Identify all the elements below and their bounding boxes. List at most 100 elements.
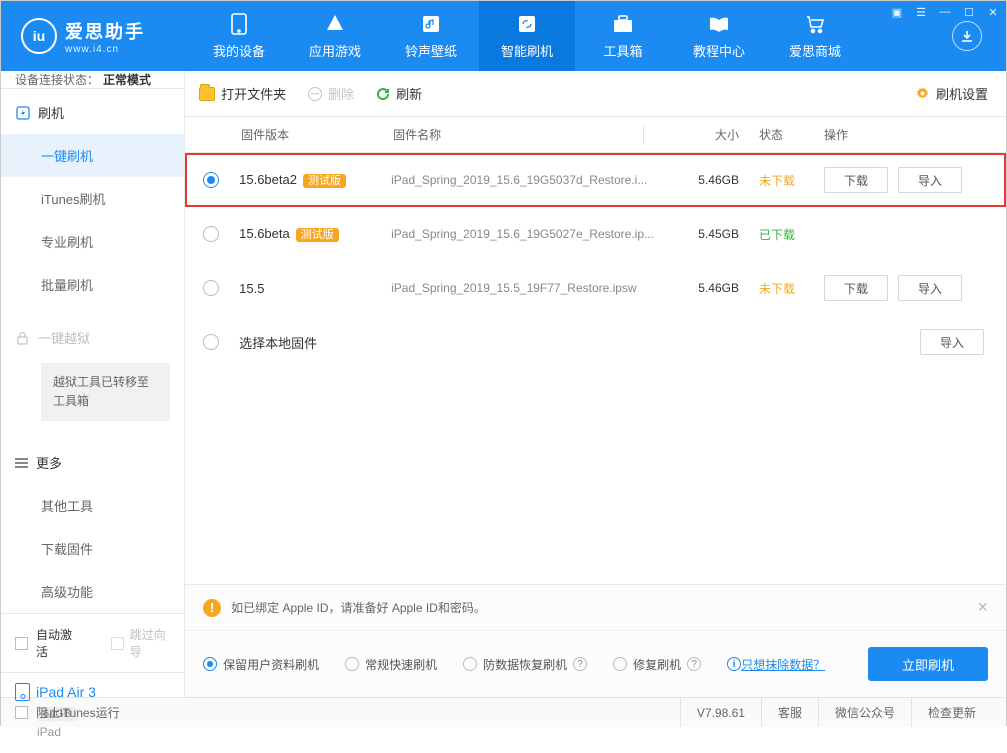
radio-select[interactable] [203, 172, 219, 188]
window-minimize-icon[interactable]: — [938, 5, 952, 19]
block-itunes-option[interactable]: 阻止iTunes运行 [15, 704, 120, 721]
radio-select[interactable] [203, 280, 219, 296]
radio-select[interactable] [203, 226, 219, 242]
nav-label: 爱思商城 [789, 41, 841, 60]
toolbar-open-folder[interactable]: 打开文件夹 [199, 84, 286, 103]
erase-data-link[interactable]: 只想抹除数据？ [741, 656, 825, 673]
toolbar: 打开文件夹 删除 刷新 刷机设置 [185, 71, 1006, 117]
ops-cell: 下载导入 [824, 275, 984, 301]
sidebar-item-itunes-flash[interactable]: iTunes刷机 [1, 177, 184, 220]
mode-repair[interactable]: 修复刷机 ? [613, 656, 701, 673]
nav-ringtones[interactable]: 铃声壁纸 [383, 1, 479, 71]
window-apps-icon[interactable]: ▣ [890, 5, 904, 19]
nav-toolbox[interactable]: 工具箱 [575, 1, 671, 71]
check-update-link[interactable]: 检查更新 [911, 698, 992, 727]
erase-link-group: i 只想抹除数据？ [727, 656, 825, 673]
sidebar-item-other-tools[interactable]: 其他工具 [1, 484, 184, 527]
download-manager-icon[interactable] [952, 21, 982, 51]
nav-store[interactable]: 爱思商城 [767, 1, 863, 71]
nav-label: 工具箱 [603, 41, 642, 60]
status-cell: 已下载 [739, 226, 824, 243]
nav-flash[interactable]: 智能刷机 [479, 1, 575, 71]
import-button[interactable]: 导入 [898, 275, 962, 301]
sidebar-item-download-firmware[interactable]: 下载固件 [1, 527, 184, 570]
warning-icon: ! [203, 599, 221, 617]
flash-now-button[interactable]: 立即刷机 [868, 647, 988, 681]
sidebar-item-batch-flash[interactable]: 批量刷机 [1, 263, 184, 306]
nav-tutorials[interactable]: 教程中心 [671, 1, 767, 71]
toolbar-delete[interactable]: 删除 [308, 84, 354, 103]
support-link[interactable]: 客服 [761, 698, 818, 727]
sidebar-section-flash[interactable]: 刷机 [1, 89, 184, 134]
cart-icon [804, 13, 826, 35]
firmware-row[interactable]: 15.6beta测试版iPad_Spring_2019_15.6_19G5027… [185, 207, 1006, 261]
sidebar-item-advanced[interactable]: 高级功能 [1, 570, 184, 613]
device-name: iPad Air 3 [15, 683, 170, 701]
toolbar-settings[interactable]: 刷机设置 [915, 84, 988, 103]
mode-normal[interactable]: 常规快速刷机 [345, 656, 437, 673]
folder-icon [199, 87, 215, 101]
toolbar-refresh[interactable]: 刷新 [376, 84, 422, 103]
mode-keep-data[interactable]: 保留用户资料刷机 [203, 656, 319, 673]
flash-modes: 保留用户资料刷机 常规快速刷机 防数据恢复刷机 ? 修复刷机 ? i [185, 631, 1006, 697]
auto-activate-label: 自动激活 [36, 626, 79, 660]
delete-icon [308, 87, 322, 101]
ops-cell: 导入 [824, 329, 984, 355]
notice-text: 如已绑定 Apple ID，请准备好 Apple ID和密码。 [231, 599, 486, 616]
auto-activate-checkbox[interactable] [15, 637, 28, 650]
sidebar-section-jailbreak[interactable]: 一键越狱 [1, 314, 184, 359]
radio-icon [463, 657, 477, 671]
sidebar-options-row: 自动激活 跳过向导 [1, 614, 184, 672]
help-icon[interactable]: ? [573, 657, 587, 671]
sidebar-item-oneclick-flash[interactable]: 一键刷机 [1, 134, 184, 177]
firmware-row[interactable]: 选择本地固件 导入 [185, 315, 1006, 369]
skip-guide-checkbox[interactable] [111, 637, 124, 650]
sidebar-section-more[interactable]: 更多 [1, 439, 184, 484]
col-size: 大小 [654, 126, 739, 143]
help-icon[interactable]: ? [687, 657, 701, 671]
refresh-icon [376, 87, 390, 101]
version-cell: 15.6beta测试版 [239, 226, 391, 242]
list-header: 固件版本 固件名称 大小 状态 操作 [185, 117, 1006, 153]
col-ops: 操作 [824, 126, 984, 143]
window-menu-icon[interactable]: ☰ [914, 5, 928, 19]
download-button[interactable]: 下载 [824, 275, 888, 301]
size-cell: 5.45GB [654, 227, 739, 241]
col-name: 固件名称 [393, 126, 643, 143]
status-cell: 未下载 [739, 280, 824, 297]
firmware-row[interactable]: 15.6beta2测试版iPad_Spring_2019_15.6_19G503… [185, 153, 1006, 207]
notice-bar: ! 如已绑定 Apple ID，请准备好 Apple ID和密码。 × [185, 585, 1006, 631]
sidebar-item-pro-flash[interactable]: 专业刷机 [1, 220, 184, 263]
import-button[interactable]: 导入 [920, 329, 984, 355]
download-button[interactable]: 下载 [824, 167, 888, 193]
device-type: iPad [37, 725, 170, 739]
info-icon: i [727, 657, 741, 671]
firmware-list: 15.6beta2测试版iPad_Spring_2019_15.6_19G503… [185, 153, 1006, 369]
nav-apps[interactable]: 应用游戏 [287, 1, 383, 71]
size-cell: 5.46GB [654, 281, 739, 295]
notice-close-icon[interactable]: × [977, 597, 988, 618]
radio-select[interactable] [203, 334, 219, 350]
nav-label: 应用游戏 [309, 41, 361, 60]
window-controls: ▣ ☰ — ☐ ✕ [890, 5, 1000, 19]
window-maximize-icon[interactable]: ☐ [962, 5, 976, 19]
filename-cell: iPad_Spring_2019_15.6_19G5037d_Restore.i… [391, 173, 654, 187]
import-button[interactable]: 导入 [898, 167, 962, 193]
version-cell: 选择本地固件 [239, 333, 391, 352]
nav-my-device[interactable]: 我的设备 [191, 1, 287, 71]
wechat-link[interactable]: 微信公众号 [818, 698, 911, 727]
title-bar: ▣ ☰ — ☐ ✕ iu 爱思助手 www.i4.cn 我的设备 应用游戏 铃声… [1, 1, 1006, 71]
sidebar: 设备连接状态：正常模式 刷机 一键刷机 iTunes刷机 专业刷机 批量刷机 一… [1, 71, 185, 697]
window-close-icon[interactable]: ✕ [986, 5, 1000, 19]
nav-label: 教程中心 [693, 41, 745, 60]
version-cell: 15.5 [239, 281, 391, 296]
gear-icon [915, 86, 930, 101]
sidebar-jailbreak-note[interactable]: 越狱工具已转移至工具箱 [41, 363, 170, 421]
checkbox[interactable] [15, 706, 28, 719]
radio-icon [613, 657, 627, 671]
mode-anti-recovery[interactable]: 防数据恢复刷机 ? [463, 656, 587, 673]
radio-icon [203, 657, 217, 671]
filename-cell: iPad_Spring_2019_15.5_19F77_Restore.ipsw [391, 281, 654, 295]
firmware-row[interactable]: 15.5iPad_Spring_2019_15.5_19F77_Restore.… [185, 261, 1006, 315]
book-icon [708, 13, 730, 35]
